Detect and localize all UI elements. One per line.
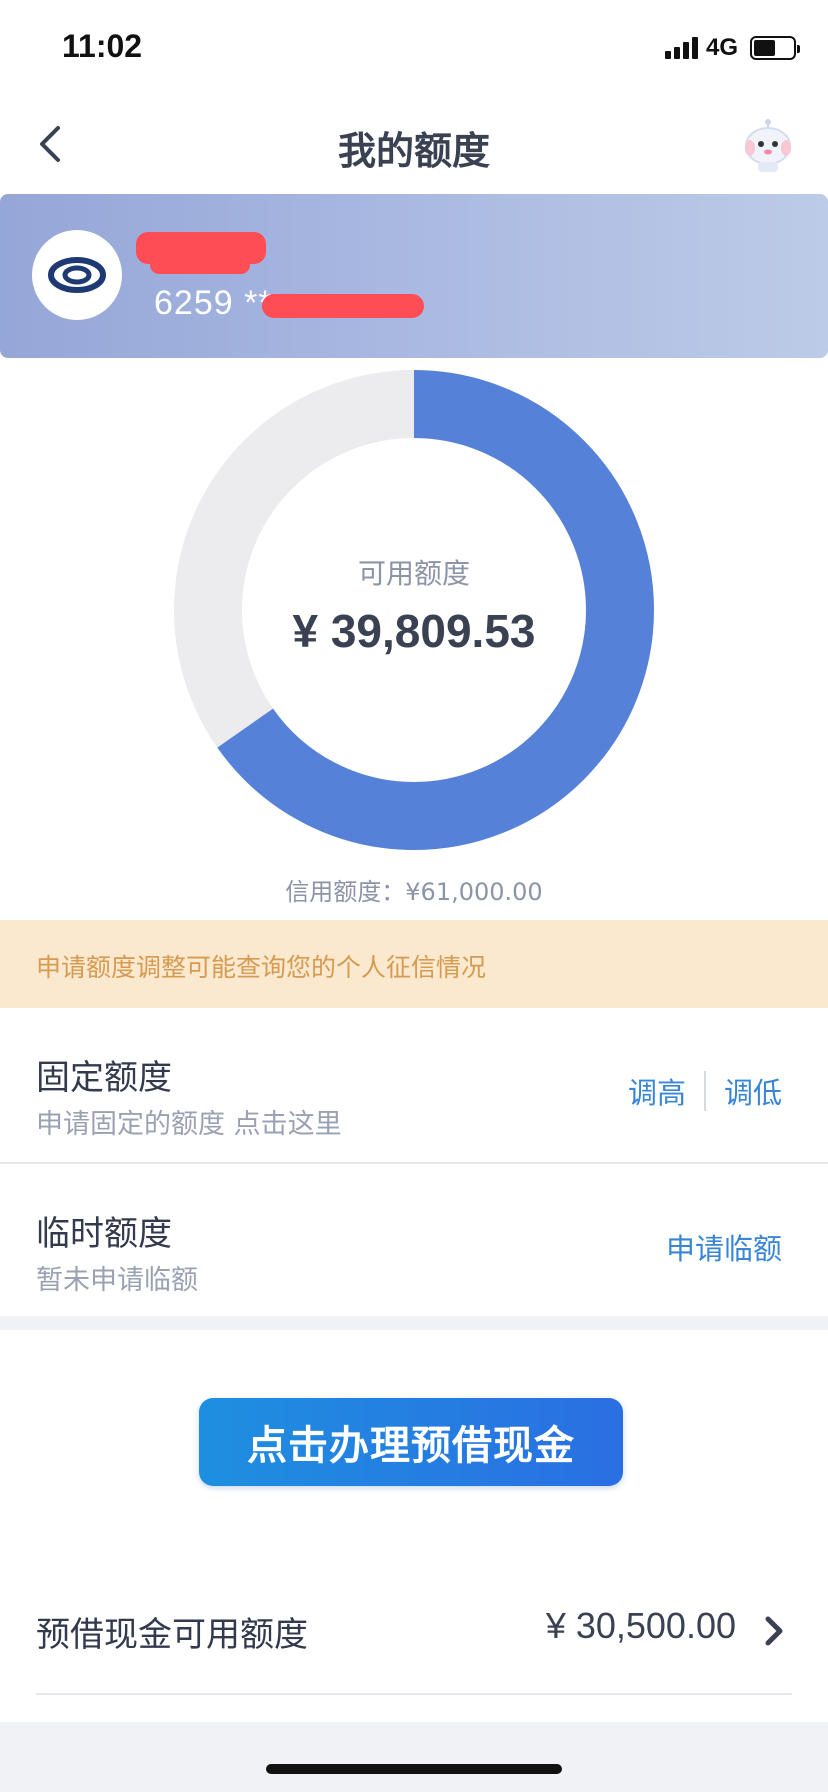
status-indicators: 4G	[664, 34, 800, 62]
section-gap	[0, 1316, 828, 1330]
increase-limit-button[interactable]: 调高	[628, 1070, 686, 1112]
bank-logo-icon	[48, 257, 106, 293]
divider	[703, 1071, 706, 1111]
fixed-limit-actions: 调高 调低	[628, 1070, 782, 1112]
signal-icon	[664, 37, 698, 59]
available-credit-amount: ¥ 39,809.53	[292, 605, 536, 657]
cash-advance-amount: ¥ 30,500.00	[545, 1605, 736, 1646]
status-bar: 11:02 4G	[0, 0, 828, 96]
chevron-right-icon	[765, 1616, 783, 1646]
network-type: 4G	[705, 34, 738, 61]
cash-advance-label: 预借现金可用额度	[36, 1615, 308, 1655]
nav-bar: 我的额度	[0, 96, 828, 192]
fixed-limit-subtitle[interactable]: 申请固定的额度 点击这里	[36, 1102, 342, 1141]
page-title: 我的额度	[337, 129, 490, 173]
decrease-limit-button[interactable]: 调低	[724, 1070, 782, 1112]
battery-icon	[750, 36, 800, 60]
redaction-mark	[150, 256, 250, 274]
promo-banner: 点击办理预借现金	[0, 1330, 828, 1530]
credit-limit-text: 信用额度：¥61,000.00	[285, 878, 543, 906]
donut-center: 可用额度 ¥ 39,809.53	[174, 370, 654, 850]
bottom-area	[0, 1722, 828, 1792]
fixed-limit-title: 固定额度	[36, 1058, 172, 1098]
credit-check-notice: 申请额度调整可能查询您的个人征信情况	[0, 920, 828, 1008]
promo-button-label: 点击办理预借现金	[247, 1423, 575, 1469]
card-number: 6259 **	[154, 284, 273, 322]
bank-logo	[32, 230, 122, 320]
temp-limit-row: 临时额度 暂未申请临额 申请临额	[0, 1164, 828, 1320]
temp-limit-title: 临时额度	[36, 1214, 172, 1254]
robot-assistant-icon	[745, 119, 791, 172]
status-time: 11:02	[62, 28, 143, 64]
notice-text: 申请额度调整可能查询您的个人征信情况	[36, 953, 487, 982]
apply-temp-limit-button[interactable]: 申请临额	[666, 1226, 782, 1268]
cash-advance-row[interactable]: 预借现金可用额度 ¥ 30,500.00	[0, 1575, 828, 1695]
temp-limit-subtitle: 暂未申请临额	[36, 1265, 198, 1296]
temp-limit-actions: 申请临额	[666, 1226, 782, 1268]
fixed-limit-row: 固定额度 申请固定的额度 点击这里 调高 调低	[0, 1008, 828, 1164]
available-credit-label: 可用额度	[357, 557, 470, 590]
battery-level	[754, 40, 775, 56]
redaction-mark	[262, 294, 424, 318]
home-indicator[interactable]	[266, 1764, 562, 1774]
card-banner: 6259 **	[0, 194, 828, 358]
assistant-button[interactable]	[736, 114, 800, 178]
cash-advance-promo-button[interactable]: 点击办理预借现金	[199, 1398, 623, 1486]
divider	[36, 1693, 792, 1695]
